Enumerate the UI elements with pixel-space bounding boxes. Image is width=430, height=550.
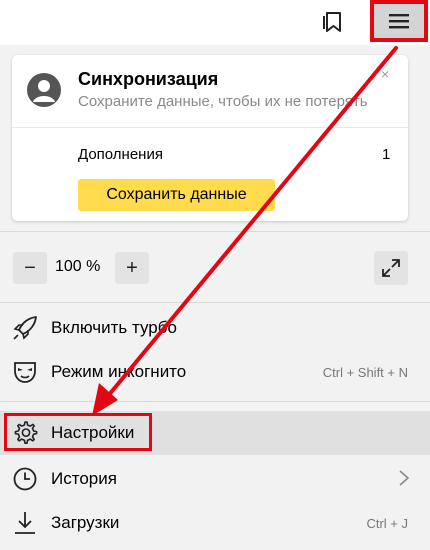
menu-item-label: Включить турбо xyxy=(51,318,177,337)
incognito-mask-icon xyxy=(14,362,36,383)
close-icon[interactable]: × xyxy=(381,66,389,82)
download-icon xyxy=(15,512,35,534)
addons-count: 1 xyxy=(382,146,391,163)
shortcut-hint: Ctrl + J xyxy=(366,516,408,531)
bookmarks-icon xyxy=(323,12,341,32)
sync-card: Синхронизация Сохраните данные, чтобы их… xyxy=(12,55,408,221)
main-menu-button[interactable] xyxy=(370,0,428,42)
save-data-button[interactable]: Сохранить данные xyxy=(78,179,275,211)
menu-item-history[interactable]: История xyxy=(0,457,430,501)
sync-subtitle: Сохраните данные, чтобы их не потерять xyxy=(78,93,368,110)
zoom-level: 100 % xyxy=(55,258,101,275)
rocket-icon xyxy=(13,316,37,340)
divider xyxy=(0,302,430,303)
divider xyxy=(0,401,430,402)
hamburger-menu-icon xyxy=(389,14,409,29)
zoom-in-button[interactable]: + xyxy=(115,252,149,284)
fullscreen-button[interactable] xyxy=(374,251,408,285)
highlight-frame xyxy=(4,413,152,451)
shortcut-hint: Ctrl + Shift + N xyxy=(322,365,408,380)
menu-item-label: История xyxy=(51,469,117,488)
menu-item-settings[interactable]: Настройки xyxy=(0,411,430,455)
browser-toolbar xyxy=(0,0,430,46)
menu-item-downloads[interactable]: Загрузки Ctrl + J xyxy=(0,501,430,545)
menu-item-label: Загрузки xyxy=(51,513,120,532)
browser-menu-panel: Синхронизация Сохраните данные, чтобы их… xyxy=(0,45,430,550)
avatar-icon xyxy=(27,73,61,107)
addons-label[interactable]: Дополнения xyxy=(78,146,163,163)
bookmarks-button[interactable] xyxy=(313,5,353,39)
zoom-out-button[interactable]: − xyxy=(13,252,47,284)
menu-item-label: Режим инкогнито xyxy=(51,362,187,381)
sync-title: Синхронизация xyxy=(78,69,219,89)
chevron-right-icon xyxy=(399,470,410,486)
card-divider xyxy=(12,127,408,128)
divider xyxy=(0,231,430,232)
fullscreen-icon xyxy=(382,259,400,277)
menu-item-incognito[interactable]: Режим инкогнито Ctrl + Shift + N xyxy=(0,350,430,394)
clock-icon xyxy=(13,467,37,491)
menu-item-turbo[interactable]: Включить турбо xyxy=(0,306,430,350)
zoom-controls: − 100 % + xyxy=(0,238,430,290)
